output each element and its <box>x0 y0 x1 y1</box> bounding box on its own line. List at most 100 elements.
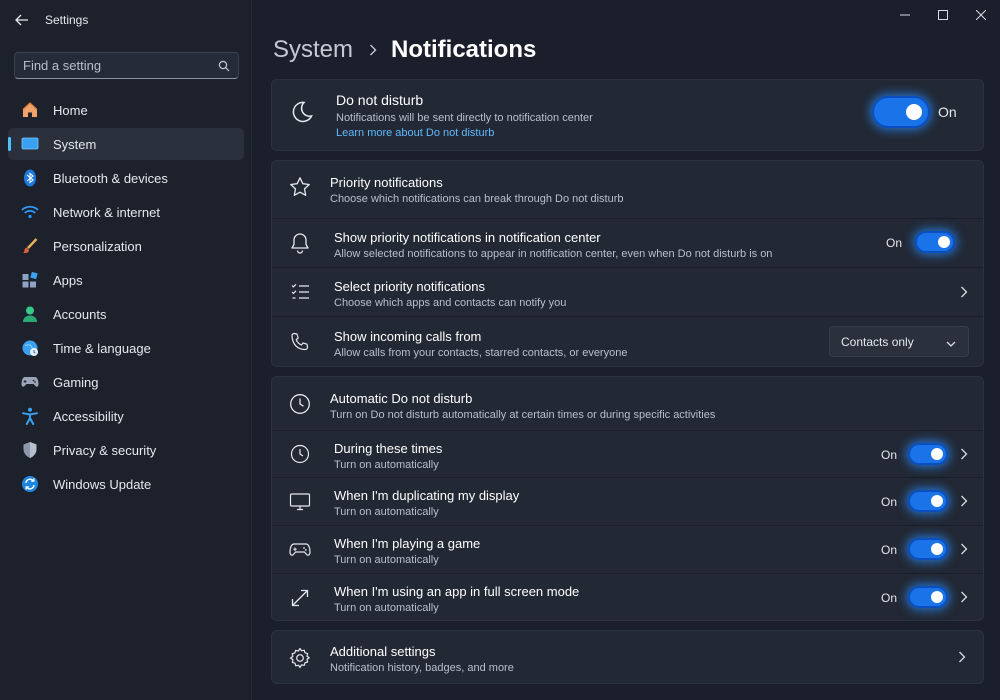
incoming-calls-text: Show incoming calls from Allow calls fro… <box>334 328 627 361</box>
sidebar-item-privacy-security[interactable]: Privacy & security <box>8 434 244 466</box>
gamepad-icon <box>288 538 312 562</box>
clock-icon <box>288 392 312 416</box>
sidebar-item-label: Network & internet <box>53 204 160 220</box>
update-icon <box>20 474 40 494</box>
toggle-knob <box>938 236 950 248</box>
bell-icon <box>288 231 312 255</box>
toggle-knob <box>931 495 943 507</box>
priority-card: Priority notifications Choose which noti… <box>271 160 984 367</box>
additional-settings-card[interactable]: Additional settings Notification history… <box>271 630 984 684</box>
chevron-right-icon[interactable] <box>958 286 970 298</box>
toggle-knob <box>931 591 943 603</box>
sidebar-item-system[interactable]: System <box>8 128 244 160</box>
select-priority-row[interactable]: Select priority notifications Choose whi… <box>272 267 983 316</box>
select-priority-subtitle: Choose which apps and contacts can notif… <box>334 297 567 309</box>
apps-icon <box>20 270 40 290</box>
back-arrow-icon <box>15 14 28 26</box>
incoming-calls-row: Show incoming calls from Allow calls fro… <box>272 316 983 367</box>
system-icon <box>20 134 40 154</box>
auto-row-full-screen[interactable]: When I'm using an app in full screen mod… <box>272 573 983 621</box>
additional-settings-title: Additional settings <box>330 644 436 659</box>
breadcrumb-parent-link[interactable]: System <box>273 36 353 64</box>
auto-row-subtitle: Turn on automatically <box>334 459 439 471</box>
sidebar-item-apps[interactable]: Apps <box>8 264 244 296</box>
sidebar-item-label: Apps <box>53 272 83 288</box>
auto-row-toggle[interactable] <box>908 538 948 560</box>
chevron-right-icon[interactable] <box>958 591 970 603</box>
auto-row-subtitle: Turn on automatically <box>334 602 439 614</box>
show-priority-toggle[interactable] <box>915 231 955 253</box>
auto-row-state: On <box>881 591 898 605</box>
incoming-calls-dropdown[interactable]: Contacts only <box>829 326 969 357</box>
auto-row-text: During these times Turn on automatically <box>334 440 442 473</box>
auto-row-duplicating-display[interactable]: When I'm duplicating my display Turn on … <box>272 477 983 525</box>
search-icon[interactable] <box>218 60 230 72</box>
accessibility-icon <box>20 406 40 426</box>
show-priority-text: Show priority notifications in notificat… <box>334 229 772 262</box>
dnd-learn-more-link[interactable]: Learn more about Do not disturb <box>336 126 593 141</box>
show-priority-subtitle: Allow selected notifications to appear i… <box>334 248 773 260</box>
sidebar-item-label: Home <box>53 102 88 118</box>
auto-row-times[interactable]: During these times Turn on automatically… <box>272 430 983 477</box>
show-priority-state: On <box>886 236 903 250</box>
auto-row-state: On <box>881 543 898 557</box>
search-box[interactable] <box>14 52 239 79</box>
nav-list: Home System Bluetooth & devices Network … <box>8 94 244 502</box>
bluetooth-icon <box>20 168 40 188</box>
maximize-icon <box>938 10 948 20</box>
dnd-toggle-state: On <box>938 104 957 120</box>
chevron-right-icon[interactable] <box>958 448 970 460</box>
auto-row-toggle[interactable] <box>908 490 948 512</box>
sidebar-item-gaming[interactable]: Gaming <box>8 366 244 398</box>
auto-row-subtitle: Turn on automatically <box>334 554 439 566</box>
star-icon <box>288 175 312 199</box>
auto-row-toggle[interactable] <box>908 586 948 608</box>
sidebar-item-label: System <box>53 136 97 152</box>
moon-icon <box>290 100 314 124</box>
dnd-toggle[interactable] <box>872 96 930 128</box>
minimize-button[interactable] <box>886 0 924 30</box>
auto-row-title: When I'm using an app in full screen mod… <box>334 584 580 599</box>
sidebar-item-label: Gaming <box>53 374 99 390</box>
auto-row-subtitle: Turn on automatically <box>334 506 439 518</box>
search-input[interactable] <box>23 58 218 73</box>
brush-icon <box>20 236 40 256</box>
incoming-calls-title: Show incoming calls from <box>334 329 482 344</box>
auto-header-title: Automatic Do not disturb <box>330 391 473 406</box>
close-button[interactable] <box>962 0 1000 30</box>
priority-header-subtitle: Choose which notifications can break thr… <box>330 193 624 205</box>
auto-row-text: When I'm duplicating my display Turn on … <box>334 487 519 520</box>
sidebar-item-bluetooth[interactable]: Bluetooth & devices <box>8 162 244 194</box>
dnd-text: Do not disturb Notifications will be sen… <box>336 92 593 141</box>
sidebar-item-time-language[interactable]: Time & language <box>8 332 244 364</box>
sidebar-item-accounts[interactable]: Accounts <box>8 298 244 330</box>
sidebar-item-network[interactable]: Network & internet <box>8 196 244 228</box>
auto-row-toggle[interactable] <box>908 443 948 465</box>
auto-row-title: When I'm playing a game <box>334 536 481 551</box>
chevron-right-icon[interactable] <box>958 495 970 507</box>
minimize-icon <box>900 14 910 16</box>
sidebar-item-personalization[interactable]: Personalization <box>8 230 244 262</box>
back-button[interactable] <box>12 10 32 30</box>
auto-row-state: On <box>881 448 898 462</box>
sidebar-item-label: Personalization <box>53 238 142 254</box>
show-priority-row: Show priority notifications in notificat… <box>272 218 983 267</box>
auto-header-text: Automatic Do not disturb Turn on Do not … <box>330 390 715 423</box>
additional-settings-text: Additional settings Notification history… <box>330 643 514 676</box>
auto-row-playing-game[interactable]: When I'm playing a game Turn on automati… <box>272 525 983 573</box>
sidebar-item-label: Accessibility <box>53 408 124 424</box>
sidebar: Settings Home System Bluetooth & devices <box>0 0 252 700</box>
dnd-subtitle: Notifications will be sent directly to n… <box>336 112 593 124</box>
maximize-button[interactable] <box>924 0 962 30</box>
sidebar-item-label: Windows Update <box>53 476 152 492</box>
chevron-down-icon <box>946 337 956 351</box>
monitor-icon <box>288 490 312 514</box>
sidebar-item-accessibility[interactable]: Accessibility <box>8 400 244 432</box>
chevron-right-icon[interactable] <box>958 543 970 555</box>
breadcrumb-chevron-icon <box>369 44 377 56</box>
chevron-right-icon[interactable] <box>956 651 968 663</box>
toggle-knob <box>931 543 943 555</box>
sidebar-item-windows-update[interactable]: Windows Update <box>8 468 244 500</box>
sidebar-item-home[interactable]: Home <box>8 94 244 126</box>
breadcrumb: System Notifications <box>273 34 536 66</box>
